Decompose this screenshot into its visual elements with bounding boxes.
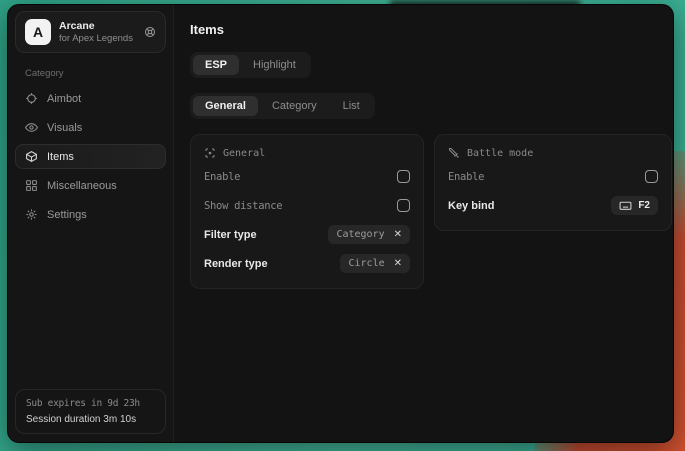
arcane-overlay-window: A Arcane for Apex Legends Category	[7, 4, 674, 443]
battle-mode-panel-header: Battle mode	[448, 147, 658, 159]
filter-type-row: Filter type Category ✕	[204, 223, 410, 246]
sidebar-item-label: Visuals	[47, 122, 82, 134]
battle-mode-panel-title: Battle mode	[467, 148, 533, 159]
tab-category[interactable]: Category	[260, 96, 329, 116]
filter-type-value: Category	[336, 229, 384, 240]
show-distance-checkbox[interactable]	[397, 199, 410, 212]
subscription-info-card: Sub expires in 9d 23h Session duration 3…	[15, 389, 166, 434]
battle-enable-row: Enable	[448, 165, 658, 188]
sidebar-item-label: Settings	[47, 209, 87, 221]
swords-icon	[448, 147, 460, 159]
session-duration-text: Session duration 3m 10s	[26, 414, 155, 425]
gear-icon	[25, 208, 38, 221]
main-content: Items ESP Highlight General Category Lis…	[174, 5, 674, 442]
enable-checkbox[interactable]	[397, 170, 410, 183]
brand-card: A Arcane for Apex Legends	[15, 11, 166, 53]
scan-icon	[204, 147, 216, 159]
general-panel: General Enable Show distance Filter type…	[190, 134, 424, 289]
keyboard-icon	[619, 199, 632, 212]
sidebar-item-label: Items	[47, 151, 74, 163]
panels-row: General Enable Show distance Filter type…	[190, 134, 672, 289]
battle-enable-checkbox[interactable]	[645, 170, 658, 183]
key-bind-label: Key bind	[448, 200, 494, 212]
crosshair-icon	[25, 92, 38, 105]
key-bind-value: F2	[638, 200, 650, 211]
battle-mode-panel: Battle mode Enable Key bind	[434, 134, 672, 231]
category-label: Category	[25, 68, 156, 79]
sidebar-item-miscellaneous[interactable]: Miscellaneous	[15, 173, 166, 198]
key-bind-row: Key bind F2	[448, 194, 658, 217]
sidebar-nav: Aimbot Visuals Items	[15, 86, 166, 227]
render-type-value: Circle	[348, 258, 384, 269]
enable-label: Enable	[204, 171, 240, 183]
tab-highlight[interactable]: Highlight	[241, 55, 308, 75]
eye-icon	[25, 121, 38, 134]
show-distance-row: Show distance	[204, 194, 410, 217]
key-bind-button[interactable]: F2	[611, 196, 658, 215]
lifebuoy-icon[interactable]	[144, 26, 156, 38]
sidebar-item-settings[interactable]: Settings	[15, 202, 166, 227]
sidebar-item-items[interactable]: Items	[15, 144, 166, 169]
tab-esp[interactable]: ESP	[193, 55, 239, 75]
brand-text: Arcane for Apex Legends	[59, 20, 133, 44]
app-subtitle: for Apex Legends	[59, 33, 133, 44]
filter-type-label: Filter type	[204, 229, 257, 241]
view-tabs: General Category List	[190, 93, 375, 119]
close-icon[interactable]: ✕	[394, 229, 402, 240]
sidebar-item-visuals[interactable]: Visuals	[15, 115, 166, 140]
render-type-select[interactable]: Circle ✕	[340, 254, 410, 273]
filter-type-select[interactable]: Category ✕	[328, 225, 410, 244]
app-logo: A	[25, 19, 51, 45]
page-title: Items	[190, 22, 672, 37]
close-icon[interactable]: ✕	[394, 258, 402, 269]
sidebar-item-label: Miscellaneous	[47, 180, 117, 192]
enable-row: Enable	[204, 165, 410, 188]
battle-enable-label: Enable	[448, 171, 484, 183]
package-icon	[25, 150, 38, 163]
show-distance-label: Show distance	[204, 200, 282, 212]
general-panel-header: General	[204, 147, 410, 159]
tab-list[interactable]: List	[331, 96, 372, 116]
tab-general[interactable]: General	[193, 96, 258, 116]
sidebar: A Arcane for Apex Legends Category	[8, 5, 174, 442]
sidebar-item-label: Aimbot	[47, 93, 81, 105]
sidebar-item-aimbot[interactable]: Aimbot	[15, 86, 166, 111]
sub-expires-text: Sub expires in 9d 23h	[26, 398, 155, 409]
grid-icon	[25, 179, 38, 192]
mode-tabs: ESP Highlight	[190, 52, 311, 78]
render-type-label: Render type	[204, 258, 268, 270]
render-type-row: Render type Circle ✕	[204, 252, 410, 275]
general-panel-title: General	[223, 148, 265, 159]
app-name: Arcane	[59, 20, 133, 32]
